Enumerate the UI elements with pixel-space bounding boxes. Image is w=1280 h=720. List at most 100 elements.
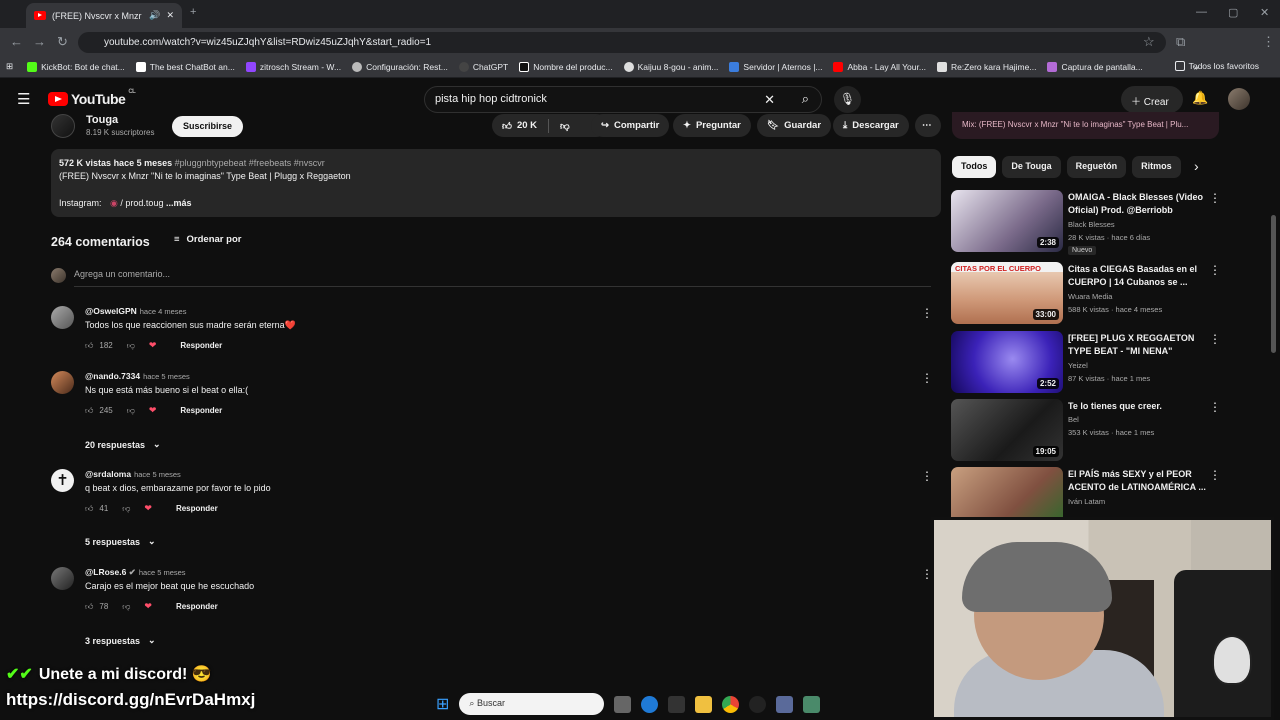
epic-games-icon[interactable] bbox=[668, 695, 686, 713]
browser-tab[interactable]: (FREE) Nvscvr x Mnzr "Ni te 🔊 ✕ bbox=[26, 3, 182, 28]
create-button[interactable]: ＋ Crear bbox=[1121, 86, 1183, 113]
taskbar-search[interactable]: ⌕ Buscar bbox=[459, 693, 605, 715]
more-actions-icon[interactable]: ⋯ bbox=[915, 114, 941, 137]
bookmark-11[interactable]: Captura de pantalla... bbox=[1047, 61, 1143, 72]
notifications-bell-icon[interactable]: 🔔 bbox=[1192, 90, 1208, 106]
show-replies-button[interactable]: 20 respuestas ⌄ bbox=[85, 439, 161, 450]
menu-icon[interactable]: ⋮ bbox=[1262, 34, 1275, 50]
commenter-avatar[interactable]: ✝ bbox=[51, 469, 74, 492]
hamburger-menu-icon[interactable]: ☰ bbox=[17, 90, 30, 108]
video-menu-icon[interactable]: ⋮ bbox=[1209, 468, 1221, 482]
chip-ritmos[interactable]: Ritmos bbox=[1132, 156, 1181, 178]
youtube-logo[interactable]: YouTube CL bbox=[48, 89, 136, 107]
video-thumbnail[interactable]: CITAS POR EL CUERPO 33:00 bbox=[951, 262, 1063, 324]
dislike-icon[interactable]: 👎︎ bbox=[127, 406, 135, 416]
minimize-icon[interactable]: — bbox=[1196, 6, 1207, 18]
recommended-video[interactable]: 2:38 OMAIGA - Black Blesses (Video Ofici… bbox=[951, 190, 1226, 255]
add-comment-row[interactable]: Agrega un comentario... bbox=[51, 266, 931, 288]
app-icon[interactable] bbox=[803, 695, 821, 713]
bookmark-3[interactable]: zitrosch Stream - W... bbox=[245, 61, 341, 72]
reload-icon[interactable]: ↻ bbox=[57, 34, 68, 50]
like-icon[interactable]: 👍︎ bbox=[85, 602, 93, 612]
show-more-link[interactable]: ...más bbox=[166, 198, 192, 208]
account-avatar[interactable] bbox=[1228, 88, 1250, 110]
save-button[interactable]: 🔖︎ Guardar bbox=[757, 114, 832, 137]
video-menu-icon[interactable]: ⋮ bbox=[1209, 191, 1221, 205]
url-field[interactable]: youtube.com/watch?v=wiz45uZJqhY&list=RDw… bbox=[78, 32, 1166, 53]
comment-author[interactable]: @nando.7334 hace 5 meses bbox=[85, 371, 190, 381]
bookmark-2[interactable]: The best ChatBot an... bbox=[135, 61, 235, 72]
audio-icon[interactable]: 🔊 bbox=[149, 10, 160, 21]
chevron-right-icon[interactable]: › bbox=[1194, 158, 1199, 174]
forward-icon[interactable]: → bbox=[33, 34, 46, 49]
close-tab-icon[interactable]: ✕ bbox=[166, 10, 174, 21]
recommended-video[interactable]: 19:05 Te lo tienes que creer. Bel 353 K … bbox=[951, 399, 1226, 461]
comment-menu-icon[interactable]: ⋮ bbox=[921, 469, 933, 483]
bookmark-7[interactable]: Kaijuu 8-gou - anim... bbox=[623, 61, 718, 72]
like-count[interactable]: 20 K bbox=[517, 120, 537, 131]
bookmark-9[interactable]: Abba - Lay All Your... bbox=[833, 61, 926, 72]
like-icon[interactable]: 👍︎ bbox=[502, 120, 512, 132]
video-description[interactable]: 572 K vistas hace 5 meses #pluggnbtypebe… bbox=[51, 149, 941, 217]
video-menu-icon[interactable]: ⋮ bbox=[1209, 400, 1221, 414]
show-replies-button[interactable]: 5 respuestas ⌄ bbox=[85, 536, 156, 547]
recommended-video[interactable]: CITAS POR EL CUERPO 33:00 Citas a CIEGAS… bbox=[951, 262, 1226, 324]
add-comment-input[interactable]: Agrega un comentario... bbox=[74, 269, 170, 279]
dislike-icon[interactable]: 👎︎ bbox=[122, 602, 130, 612]
comment-author[interactable]: @OswelGPN hace 4 meses bbox=[85, 306, 186, 316]
comment-author[interactable]: @srdaloma hace 5 meses bbox=[85, 469, 181, 479]
windows-start-icon[interactable]: ⊞ bbox=[436, 694, 449, 714]
bookmark-5[interactable]: ChatGPT bbox=[458, 61, 508, 72]
subscribe-button[interactable]: Suscribirse bbox=[172, 116, 244, 137]
voice-search-icon[interactable]: 🎙 bbox=[834, 86, 861, 113]
obs-icon[interactable] bbox=[749, 695, 767, 713]
sort-comments-button[interactable]: ≡ Ordenar por bbox=[174, 234, 241, 245]
reply-button[interactable]: Responder bbox=[180, 341, 222, 350]
clear-search-icon[interactable]: ✕ bbox=[764, 92, 775, 108]
like-icon[interactable]: 👍︎ bbox=[85, 504, 93, 514]
app-icon[interactable] bbox=[776, 695, 794, 713]
chip-de-touga[interactable]: De Touga bbox=[1002, 156, 1061, 178]
share-button[interactable]: ↪ Compartir bbox=[591, 114, 670, 137]
show-replies-button[interactable]: 3 respuestas ⌄ bbox=[85, 635, 156, 646]
bookmark-10[interactable]: Re:Zero kara Hajime... bbox=[936, 61, 1036, 72]
comment-menu-icon[interactable]: ⋮ bbox=[921, 306, 933, 320]
bookmark-1[interactable]: KickBot: Bot de chat... bbox=[27, 61, 125, 72]
dislike-icon[interactable]: 👎︎ bbox=[560, 120, 570, 132]
all-bookmarks[interactable]: Todos los favoritos bbox=[1174, 61, 1259, 71]
bookmark-6[interactable]: Nombre del produc... bbox=[519, 61, 613, 72]
dislike-icon[interactable]: 👎︎ bbox=[127, 341, 135, 351]
reply-button[interactable]: Responder bbox=[176, 602, 218, 611]
chrome-icon[interactable] bbox=[722, 695, 740, 713]
channel-avatar[interactable] bbox=[51, 114, 75, 138]
comment-author[interactable]: @LRose.6 ✔ hace 5 meses bbox=[85, 567, 186, 578]
video-thumbnail[interactable]: 2:52 bbox=[951, 331, 1063, 393]
download-button[interactable]: ⤓ Descargar bbox=[833, 114, 909, 137]
dislike-icon[interactable]: 👎︎ bbox=[122, 504, 130, 514]
task-view-icon[interactable] bbox=[614, 695, 632, 713]
video-thumbnail[interactable]: 19:05 bbox=[951, 399, 1063, 461]
video-menu-icon[interactable]: ⋮ bbox=[1209, 332, 1221, 346]
like-icon[interactable]: 👍︎ bbox=[85, 341, 93, 351]
edge-icon[interactable] bbox=[641, 695, 659, 713]
reply-button[interactable]: Responder bbox=[176, 504, 218, 513]
maximize-icon[interactable]: ▢ bbox=[1228, 6, 1238, 19]
search-icon[interactable]: ⌕ bbox=[802, 91, 809, 107]
apps-icon[interactable]: ⊞ bbox=[6, 61, 13, 72]
extensions-icon[interactable]: ⧉ bbox=[1176, 34, 1185, 50]
scrollbar[interactable] bbox=[1271, 215, 1276, 353]
video-thumbnail[interactable]: 2:38 bbox=[951, 190, 1063, 252]
ask-button[interactable]: ✦ Preguntar bbox=[673, 114, 751, 137]
recommended-video[interactable]: 2:52 [FREE] PLUG X REGGAETON TYPE BEAT -… bbox=[951, 331, 1226, 393]
comment-menu-icon[interactable]: ⋮ bbox=[921, 371, 933, 385]
bookmark-8[interactable]: Servidor | Aternos |... bbox=[729, 61, 822, 72]
chip-regueton[interactable]: Reguetón bbox=[1066, 156, 1127, 178]
commenter-avatar[interactable] bbox=[51, 306, 74, 329]
commenter-avatar[interactable] bbox=[51, 371, 74, 394]
new-tab-icon[interactable]: + bbox=[190, 6, 196, 18]
like-icon[interactable]: 👍︎ bbox=[85, 406, 93, 416]
reply-button[interactable]: Responder bbox=[180, 406, 222, 415]
channel-name[interactable]: Touga bbox=[86, 114, 118, 126]
video-menu-icon[interactable]: ⋮ bbox=[1209, 263, 1221, 277]
bookmark-star-icon[interactable]: ☆ bbox=[1143, 34, 1155, 50]
